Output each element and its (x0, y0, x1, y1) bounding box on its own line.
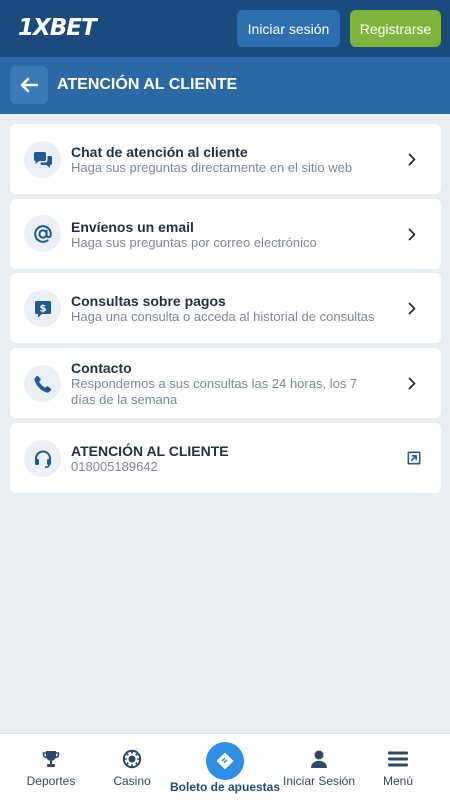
nav-tab-login[interactable]: Iniciar Sesión (283, 734, 355, 800)
option-description: Respondemos a sus consultas las 24 horas… (71, 376, 358, 407)
option-title: Consultas sobre pagos (71, 293, 226, 309)
nav-tab-bet-slip[interactable]: Boleto de apuestas (170, 734, 280, 800)
trophy-icon (40, 748, 62, 770)
top-bar: 1XBET Iniciar sesión Registrarse (0, 0, 450, 57)
nav-tab-label: Boleto de apuestas (169, 780, 281, 794)
user-icon (308, 748, 330, 770)
nav-tab-menu[interactable]: Menú (378, 734, 418, 800)
nav-tab-label: Deportes (26, 774, 76, 788)
chat-icon (24, 141, 61, 178)
option-title: Chat de atención al cliente (71, 144, 248, 160)
support-option-payments[interactable]: $ Consultas sobre pagos Haga una consult… (10, 273, 441, 343)
payment-chat-icon: $ (24, 290, 61, 327)
ticket-icon (206, 742, 244, 780)
phone-icon (24, 365, 61, 402)
register-button[interactable]: Registrarse (350, 10, 441, 47)
chevron-right-icon (405, 152, 419, 166)
login-button[interactable]: Iniciar sesión (237, 10, 340, 47)
option-description: Haga sus preguntas por correo electrónic… (71, 235, 317, 250)
page-header: ATENCIÓN AL CLIENTE (0, 57, 450, 114)
nav-tab-label: Menú (382, 774, 414, 788)
arrow-left-icon (20, 77, 38, 93)
casino-chip-icon (121, 748, 143, 770)
logo-text: 1XBET (18, 15, 97, 41)
hotline-phone-number: 018005189642 (71, 459, 158, 474)
option-description: Haga sus preguntas directamente en el si… (71, 160, 353, 175)
option-title: Envíenos un email (71, 219, 194, 235)
chevron-right-icon (405, 301, 419, 315)
nav-tab-label: Iniciar Sesión (282, 774, 356, 788)
back-button[interactable] (10, 66, 48, 104)
bottom-navigation: Deportes Casino Boleto de apuestas Inici… (0, 733, 450, 800)
option-title: Contacto (71, 360, 132, 376)
brand-logo[interactable]: 1XBET (18, 14, 97, 42)
support-option-contact[interactable]: Contacto Respondemos a sus consultas las… (10, 348, 441, 418)
chevron-right-icon (405, 376, 419, 390)
at-sign-icon (24, 215, 61, 252)
hamburger-icon (387, 748, 409, 770)
option-description: Haga una consulta o acceda al historial … (71, 309, 375, 324)
chevron-right-icon (405, 227, 419, 241)
headset-icon (24, 440, 61, 477)
svg-text:$: $ (39, 303, 46, 314)
page-title: ATENCIÓN AL CLIENTE (57, 76, 238, 93)
nav-tab-deportes[interactable]: Deportes (25, 734, 77, 800)
option-title: ATENCIÓN AL CLIENTE (71, 443, 229, 459)
support-option-hotline[interactable]: ATENCIÓN AL CLIENTE 018005189642 (10, 423, 441, 493)
nav-tab-label: Casino (113, 774, 151, 788)
external-link-icon[interactable] (407, 451, 421, 465)
support-option-chat[interactable]: Chat de atención al cliente Haga sus pre… (10, 124, 441, 194)
support-option-email[interactable]: Envíenos un email Haga sus preguntas por… (10, 199, 441, 269)
nav-tab-casino[interactable]: Casino (110, 734, 154, 800)
